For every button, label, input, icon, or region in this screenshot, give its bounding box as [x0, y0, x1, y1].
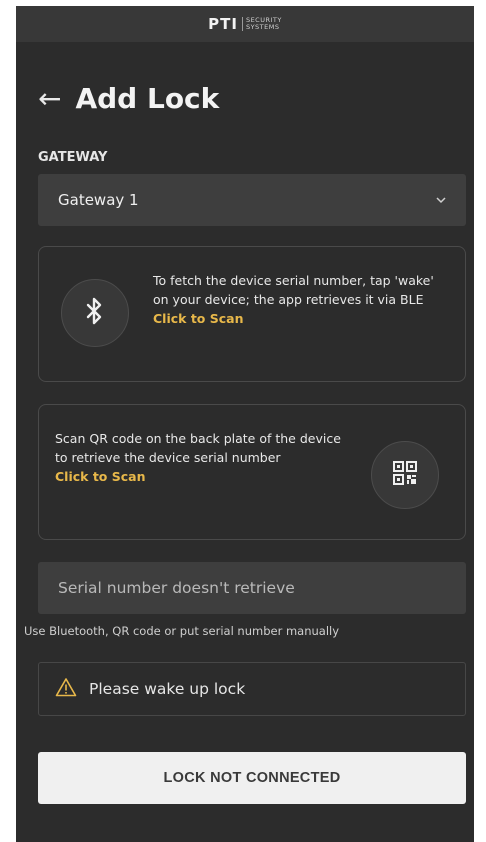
wake-lock-warning: Please wake up lock: [38, 662, 466, 716]
app-screen: PTI SECURITY SYSTEMS ← Add Lock GATEWAY …: [16, 6, 474, 842]
lock-not-connected-button[interactable]: LOCK NOT CONNECTED: [38, 752, 466, 804]
gateway-label: GATEWAY: [38, 150, 108, 165]
ble-scan-link[interactable]: Click to Scan: [153, 309, 453, 328]
brand-bar: PTI SECURITY SYSTEMS: [16, 6, 474, 42]
qr-code-icon: [392, 460, 418, 490]
lock-not-connected-label: LOCK NOT CONNECTED: [163, 770, 341, 786]
serial-helper-text: Use Bluetooth, QR code or put serial num…: [24, 624, 340, 638]
ble-scan-card[interactable]: To fetch the device serial number, tap '…: [38, 246, 466, 382]
brand-mark: PTI: [208, 15, 238, 33]
qr-card-text: Scan QR code on the back plate of the de…: [55, 429, 355, 486]
ble-card-description: To fetch the device serial number, tap '…: [153, 273, 434, 307]
qr-icon-circle[interactable]: [371, 441, 439, 509]
bluetooth-icon-circle[interactable]: [61, 279, 129, 347]
warning-text: Please wake up lock: [89, 680, 246, 698]
serial-number-input[interactable]: [38, 562, 466, 614]
gateway-selected-value: Gateway 1: [58, 191, 139, 209]
qr-card-description: Scan QR code on the back plate of the de…: [55, 431, 341, 465]
arrow-left-icon[interactable]: ←: [38, 84, 61, 113]
bluetooth-icon: [85, 297, 105, 329]
page-title: Add Lock: [75, 82, 220, 115]
brand-logo: PTI SECURITY SYSTEMS: [208, 15, 282, 33]
chevron-down-icon: [436, 193, 446, 207]
page-header: ← Add Lock: [38, 82, 219, 115]
warning-icon: [55, 677, 77, 701]
ble-card-text: To fetch the device serial number, tap '…: [153, 271, 453, 328]
brand-line-2: SYSTEMS: [245, 23, 280, 31]
gateway-select[interactable]: Gateway 1: [38, 174, 466, 226]
brand-subtitle: SECURITY SYSTEMS: [241, 17, 282, 31]
qr-scan-card[interactable]: Scan QR code on the back plate of the de…: [38, 404, 466, 540]
qr-scan-link[interactable]: Click to Scan: [55, 467, 355, 486]
